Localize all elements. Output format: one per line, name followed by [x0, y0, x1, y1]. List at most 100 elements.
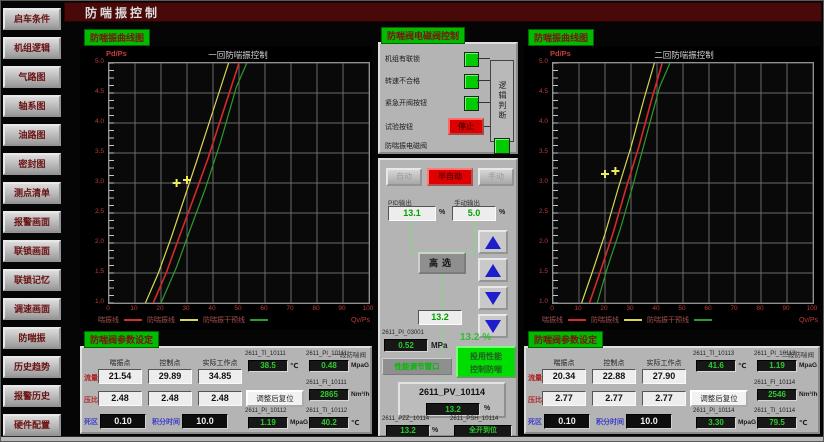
- y-tick-label: 4.5: [80, 88, 104, 95]
- high-select-button[interactable]: 高选: [418, 252, 466, 274]
- sidebar-item[interactable]: 报警画面: [3, 211, 61, 233]
- flow-surge-field[interactable]: 20.34: [542, 369, 586, 384]
- working-point-header: 实际工作点: [638, 358, 690, 368]
- x-tick-label: 60: [700, 305, 716, 312]
- sidebar-item[interactable]: 联锁记忆: [3, 269, 61, 291]
- integral-time-field[interactable]: 10.0: [182, 414, 228, 429]
- legend-intervention-line-swatch: [250, 319, 268, 321]
- sidebar-item[interactable]: 硬件配置: [3, 414, 61, 436]
- sidebar-item[interactable]: 启车条件: [3, 8, 61, 30]
- pi-10113-tag: 2611_PI_10113: [754, 351, 795, 357]
- sidebar-item[interactable]: 测点清单: [3, 182, 61, 204]
- mode-semi-auto-button[interactable]: 半自动: [427, 168, 473, 186]
- scada-window: 防喘振控制 启车条件机组逻辑气路图轴系图油路图密封图测点清单报警画面联锁画面联锁…: [0, 0, 824, 442]
- increase-fine-button[interactable]: [478, 258, 508, 282]
- pi-03001-value: 0.52: [384, 339, 428, 352]
- ratio-control-field[interactable]: 2.48: [148, 391, 192, 406]
- decrease-fine-button[interactable]: [478, 286, 508, 310]
- sidebar-item[interactable]: 报警历史: [3, 385, 61, 407]
- ti-10111-value: 38.5: [248, 360, 288, 372]
- solenoid-panel: 机组有联锁 转速不合格 紧急开阀按钮 试验按钮 停止 逻辑判断 防喘振电磁阀: [378, 42, 518, 154]
- y-tick-label: 3.5: [524, 148, 548, 155]
- ti-10111-tag: 2611_TI_10111: [245, 351, 286, 357]
- plot-area: [552, 62, 814, 304]
- ratio-surge-field[interactable]: 2.48: [98, 391, 142, 406]
- sidebar-item[interactable]: 历史趋势: [3, 356, 61, 378]
- ratio-actual-field[interactable]: 2.77: [642, 391, 686, 406]
- sidebar-item[interactable]: 调速画面: [3, 298, 61, 320]
- ratio-surge-field[interactable]: 2.77: [542, 391, 586, 406]
- sidebar-item[interactable]: 联锁画面: [3, 240, 61, 262]
- sidebar-item[interactable]: 防喘振: [3, 327, 61, 349]
- chart-left: Pd/Ps 一回防喘振控制 喘振线 防喘振线 防喘振干预线 Qv/Ps 5.04…: [80, 46, 372, 330]
- logic-judge-box: 逻辑判断: [490, 60, 514, 142]
- legend-intervention-line-label: 防喘振干预线: [203, 315, 245, 325]
- ti-10113-tag: 2611_TI_10113: [693, 351, 734, 357]
- ratio-control-field[interactable]: 2.77: [592, 391, 636, 406]
- y-tick-label: 2.5: [80, 208, 104, 215]
- fi-10114-value: 2546: [757, 389, 797, 401]
- legend-surge-line-label: 喘振线: [542, 315, 563, 325]
- mode-manual-button[interactable]: 手动: [478, 168, 514, 186]
- x-tick-label: 20: [596, 305, 612, 312]
- fi-10114-unit: Nm³/h: [799, 391, 817, 398]
- sidebar-item[interactable]: 密封图: [3, 153, 61, 175]
- x-tick-label: 0: [544, 305, 560, 312]
- legend-surge-line-label: 喘振线: [98, 315, 119, 325]
- x-axis-label: Qv/Ps: [799, 317, 818, 324]
- ratio-actual-field[interactable]: 2.48: [198, 391, 242, 406]
- ti-10113-value: 41.6: [696, 360, 736, 372]
- title-bar: 防喘振控制: [64, 2, 822, 22]
- selected-output-display: 13.2: [418, 310, 462, 325]
- y-tick-label: 4.0: [80, 118, 104, 125]
- flow-actual-field[interactable]: 27.90: [642, 369, 686, 384]
- increase-coarse-button[interactable]: [478, 230, 508, 254]
- pi-10114-unit: MpaG: [738, 419, 756, 426]
- emergency-open-label: 紧急开阀按钮: [385, 98, 427, 108]
- sidebar-item[interactable]: 轴系图: [3, 95, 61, 117]
- deadband-label: 死区: [528, 417, 542, 427]
- flow-surge-field[interactable]: 21.54: [98, 369, 142, 384]
- right-params-panel: 二段防喘阀 喘振点 控制点 实际工作点 流量 20.34 22.88 27.90…: [524, 346, 820, 434]
- psh-10114-tag: 2611_PSH_10114: [450, 416, 498, 422]
- ti-10113-unit: ℃: [738, 362, 746, 370]
- pid-output-field[interactable]: 13.1: [388, 206, 436, 221]
- flow-control-field[interactable]: 29.89: [148, 369, 192, 384]
- pv-10114-block: 2611_PV_10114 13.2 %: [398, 382, 506, 418]
- x-tick-label: 20: [152, 305, 168, 312]
- pi-10112-unit: MpaG: [290, 419, 308, 426]
- x-tick-label: 50: [230, 305, 246, 312]
- deadband-field[interactable]: 0.10: [100, 414, 146, 429]
- adjust-reset-button[interactable]: 调整后复位: [690, 390, 748, 407]
- interlock-indicator: [464, 52, 479, 67]
- pi-10112-tag: 2611_PI_10112: [245, 408, 286, 414]
- performance-window-button[interactable]: 性能调节窗口: [382, 358, 452, 375]
- sidebar-item[interactable]: 油路图: [3, 124, 61, 146]
- test-stop-button[interactable]: 停止: [448, 118, 484, 135]
- control-point-header: 控制点: [592, 358, 636, 368]
- y-tick-label: 3.0: [80, 178, 104, 185]
- solenoid-valve-indicator: [494, 138, 510, 154]
- flow-control-field[interactable]: 22.88: [592, 369, 636, 384]
- x-tick-label: 80: [308, 305, 324, 312]
- valve-control-panel: 自动 半自动 手动 PID输出 手动输出 13.1 % 5.0 % 高选 13.…: [378, 158, 518, 437]
- wire: [477, 58, 490, 59]
- pid-output-unit: %: [439, 209, 445, 216]
- legend-antisurge-line-label: 防喘振线: [591, 315, 619, 325]
- deadband-field[interactable]: 0.10: [544, 414, 590, 429]
- chart-right: Pd/Ps 二回防喘振控制 喘振线 防喘振线 防喘振干预线 Qv/Ps 5.04…: [524, 46, 820, 330]
- ti-10112-tag: 2611_TI_10112: [306, 408, 347, 414]
- surge-point-header: 喘振点: [98, 358, 142, 368]
- adjust-reset-button[interactable]: 调整后复位: [246, 390, 304, 407]
- manual-output-field[interactable]: 5.0: [452, 206, 496, 221]
- y-tick-label: 3.0: [524, 178, 548, 185]
- flow-actual-field[interactable]: 34.85: [198, 369, 242, 384]
- integral-time-field[interactable]: 10.0: [626, 414, 672, 429]
- y-tick-label: 3.5: [80, 148, 104, 155]
- sidebar-item[interactable]: 机组逻辑: [3, 37, 61, 59]
- sidebar-item[interactable]: 气路图: [3, 66, 61, 88]
- enable-performance-control-button[interactable]: 投用性能 控制防喘: [456, 346, 516, 378]
- left-params-panel: 一段防喘阀 喘振点 控制点 实际工作点 流量 21.54 29.89 34.85…: [80, 346, 372, 434]
- mode-auto-button[interactable]: 自动: [386, 168, 422, 186]
- signal-line: [474, 221, 476, 253]
